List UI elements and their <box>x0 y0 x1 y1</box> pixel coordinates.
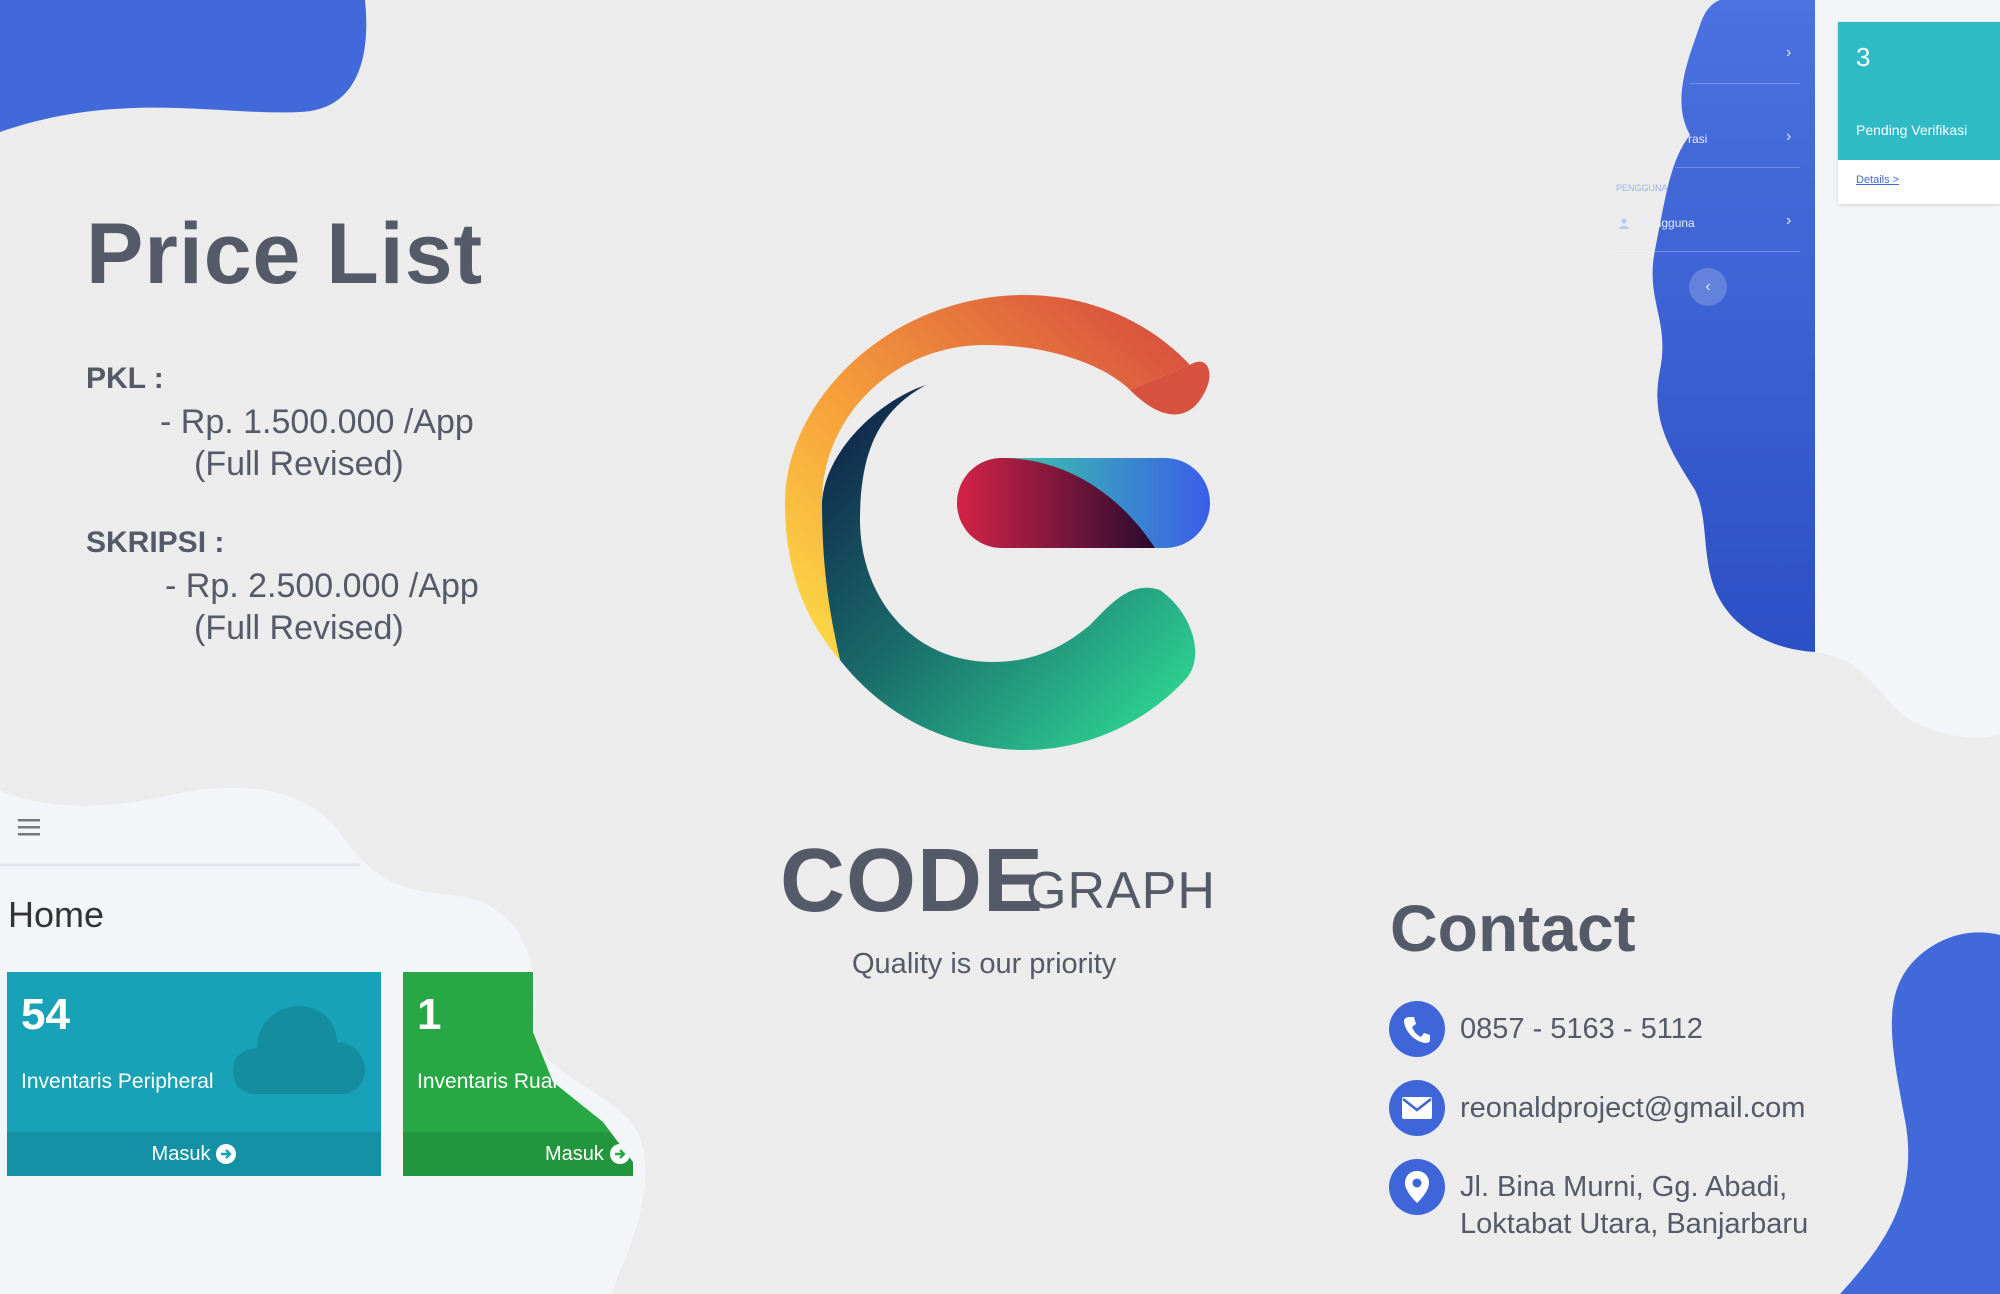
sidebar-item-pengguna[interactable]: Pengguna <box>1640 216 1695 230</box>
masuk-label: Masuk <box>545 1142 604 1165</box>
brand-tagline: Quality is our priority <box>852 948 1117 980</box>
mail-icon <box>1389 1080 1445 1136</box>
card-label: Inventaris Peripheral <box>21 1070 214 1093</box>
app-screenshot-top-right: › Registrasi › PENGGUNA Pengguna › ‹ 3 P… <box>1590 0 2000 740</box>
sidebar-section-label: PENGGUNA <box>1616 183 1668 193</box>
brand-graph-text: GRAPH <box>1026 862 1216 920</box>
pkl-label: PKL : <box>86 362 164 395</box>
contact-address-line2: Loktabat Utara, Banjarbaru <box>1460 1208 1809 1240</box>
chevron-right-icon[interactable]: › <box>1786 44 1791 62</box>
contact-title: Contact <box>1390 891 1636 965</box>
user-icon <box>1618 216 1630 229</box>
skripsi-label: SKRIPSI : <box>86 526 225 559</box>
hamburger-menu-icon[interactable] <box>18 818 40 836</box>
sidebar-divider <box>1690 83 1800 84</box>
masuk-label: Masuk <box>151 1142 211 1165</box>
pkl-price: - Rp. 1.500.000 /App <box>160 403 474 441</box>
bottom-right-blob <box>1840 932 2000 1294</box>
skripsi-price: - Rp. 2.500.000 /App <box>165 567 479 605</box>
contact-address-line1: Jl. Bina Murni, Gg. Abadi, <box>1460 1171 1788 1203</box>
top-left-blob <box>0 0 367 132</box>
card-count: 54 <box>21 990 70 1039</box>
sidebar-divider <box>1675 167 1800 168</box>
pending-verifikasi-card: 3 Pending Verifikasi Details > <box>1838 22 2000 204</box>
pkl-note: (Full Revised) <box>194 445 404 483</box>
sidebar-collapse-button[interactable]: ‹ <box>1689 268 1727 306</box>
inventaris-peripheral-card: 54 Inventaris Peripheral Masuk <box>7 972 381 1176</box>
chevron-right-icon[interactable]: › <box>1786 212 1791 230</box>
brand-code-text: CODE <box>780 831 1045 931</box>
location-pin-icon <box>1389 1159 1445 1215</box>
cloud-icon <box>233 1002 365 1098</box>
app-screenshot-bottom-left: Home 54 Inventaris Peripheral Masuk 1 In… <box>0 780 660 1294</box>
page-title: Home <box>8 894 105 935</box>
card-footer-link[interactable]: Masuk <box>403 1132 633 1176</box>
details-link[interactable]: Details > <box>1856 174 1899 186</box>
card-label: Pending Verifikasi <box>1856 122 1968 138</box>
contact-email[interactable]: reonaldproject@gmail.com <box>1460 1089 1805 1127</box>
chevron-right-icon[interactable]: › <box>1786 128 1791 146</box>
skripsi-note: (Full Revised) <box>194 609 404 647</box>
sidebar-divider <box>1610 251 1800 252</box>
phone-icon <box>1389 1001 1445 1057</box>
card-footer-link[interactable]: Masuk <box>7 1132 381 1176</box>
contact-phone[interactable]: 0857 - 5163 - 5112 <box>1460 1010 1703 1048</box>
arrow-circle-right-icon <box>216 1144 237 1164</box>
card-count: 3 <box>1856 42 1871 72</box>
codegraph-logo-icon <box>785 295 1210 750</box>
card-count: 1 <box>417 990 442 1039</box>
price-list-title: Price List <box>86 206 484 302</box>
